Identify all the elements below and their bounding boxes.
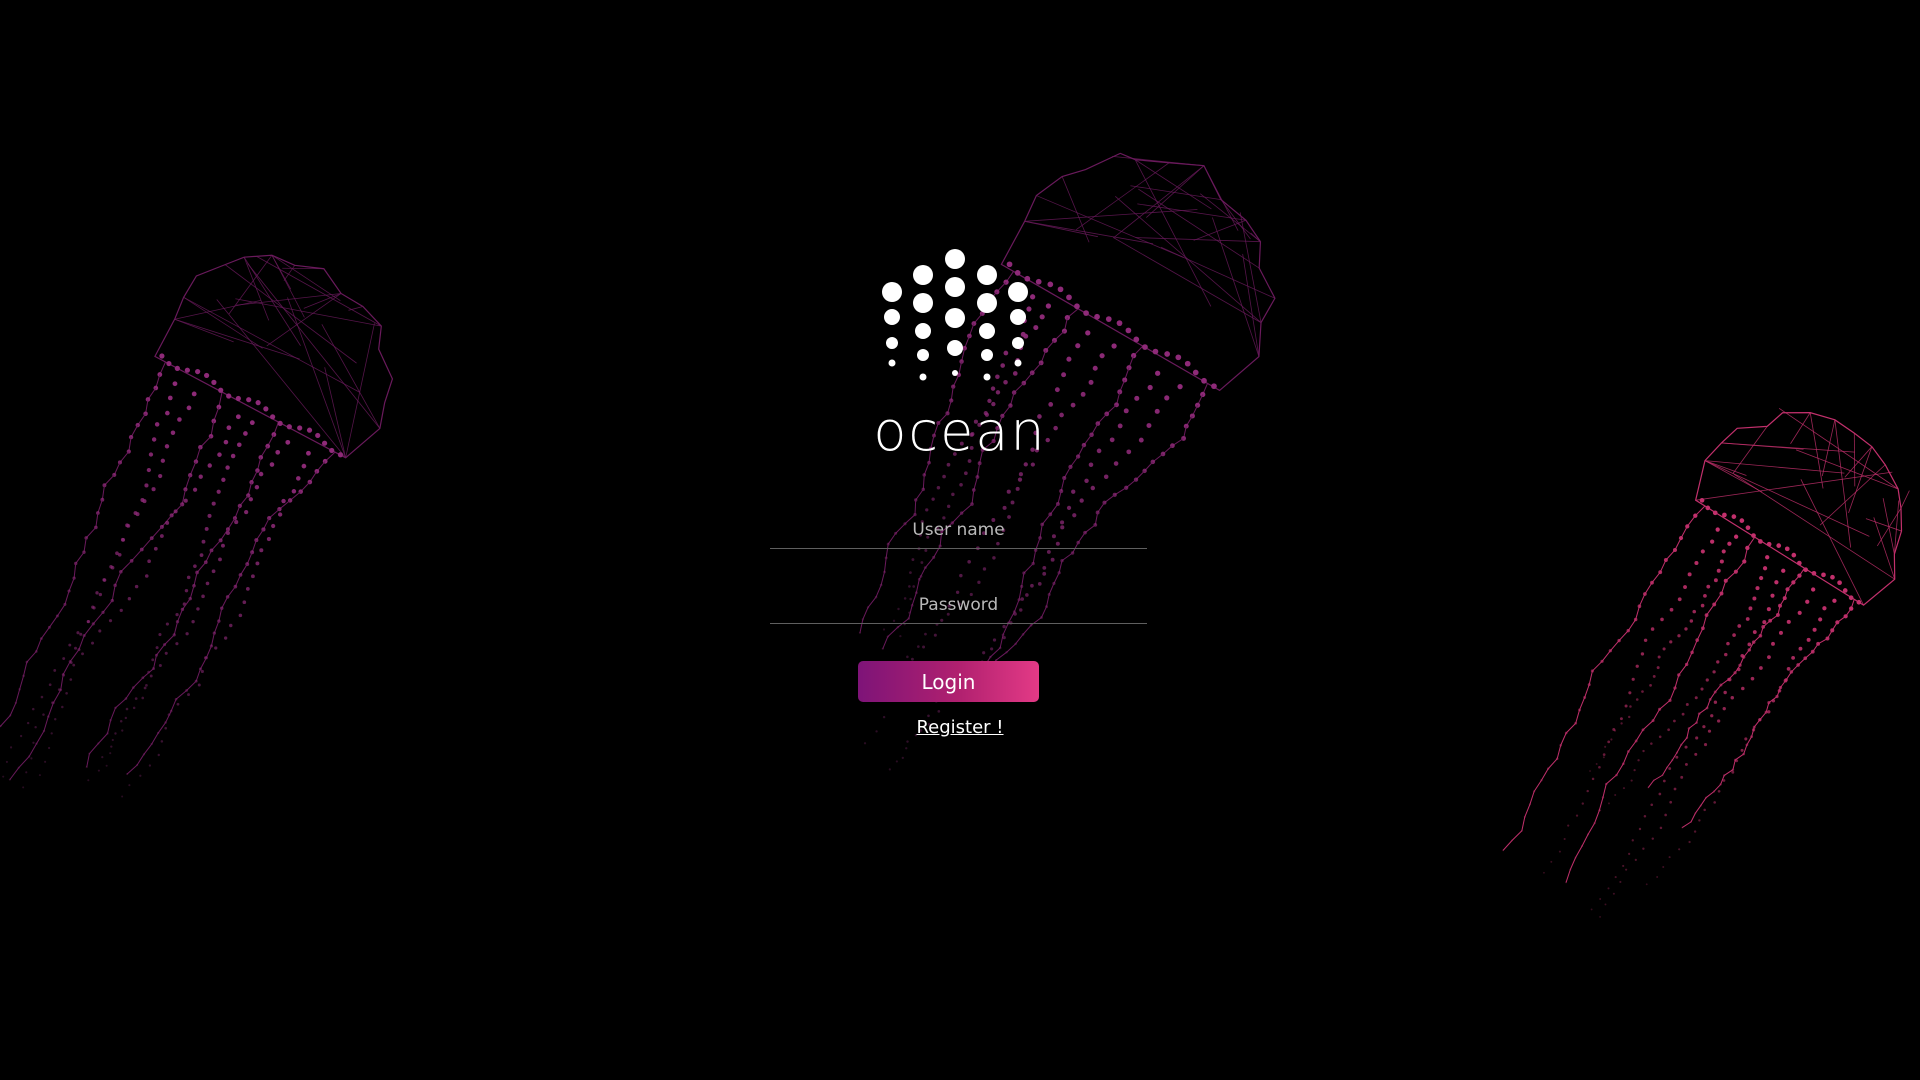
brand-name: ocean (873, 400, 1047, 463)
password-input[interactable] (770, 587, 1147, 624)
jellyfish-right (1502, 408, 1910, 918)
login-button[interactable]: Login (858, 661, 1039, 702)
register-row: Register ! (0, 717, 1920, 738)
ocean-logo-icon (882, 249, 1028, 381)
register-link[interactable]: Register ! (916, 717, 1003, 738)
username-input[interactable] (770, 512, 1147, 549)
